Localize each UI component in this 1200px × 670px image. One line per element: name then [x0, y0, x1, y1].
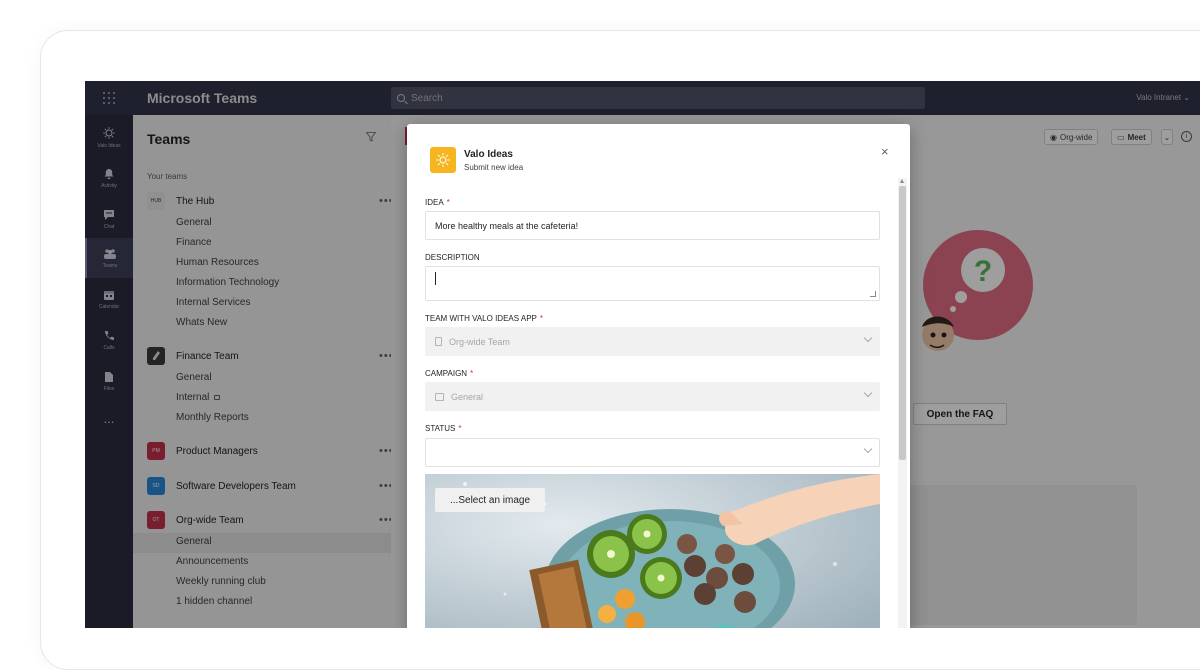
text-cursor — [435, 272, 436, 285]
close-icon[interactable]: × — [881, 145, 889, 158]
campaign-select[interactable]: General — [425, 382, 880, 411]
required-marker: * — [470, 369, 474, 378]
campaign-label: CAMPAIGN * — [425, 369, 473, 378]
idea-image: ...Select an image — [425, 474, 880, 628]
team-icon — [435, 337, 442, 346]
status-label: STATUS * — [425, 424, 462, 433]
dialog-title: Valo Ideas — [464, 149, 513, 160]
team-label: TEAM WITH VALO IDEAS APP * — [425, 314, 543, 323]
scroll-thumb[interactable] — [899, 186, 906, 460]
campaign-value: General — [451, 391, 484, 402]
team-value: Org-wide Team — [449, 336, 510, 347]
chevron-down-icon — [863, 333, 873, 343]
submit-idea-dialog: Valo Ideas Submit new idea × IDEA * More … — [407, 124, 910, 628]
dialog-scrollbar[interactable] — [898, 178, 907, 628]
team-select[interactable]: Org-wide Team — [425, 327, 880, 356]
status-select[interactable] — [425, 438, 880, 467]
idea-input[interactable]: More healthy meals at the cafeteria! — [425, 211, 880, 240]
label-text: CAMPAIGN — [425, 369, 468, 378]
label-text: TEAM WITH VALO IDEAS APP — [425, 314, 537, 323]
resize-grip-icon[interactable] — [870, 291, 876, 297]
description-textarea[interactable] — [425, 266, 880, 301]
scroll-up-icon[interactable] — [900, 179, 904, 183]
dialog-subtitle: Submit new idea — [464, 163, 524, 172]
valo-ideas-logo — [430, 147, 456, 173]
description-label: DESCRIPTION — [425, 253, 480, 262]
idea-label: IDEA * — [425, 198, 450, 207]
lightbulb-icon — [436, 153, 450, 167]
required-marker: * — [539, 314, 543, 323]
campaign-icon — [435, 392, 444, 401]
label-text: IDEA — [425, 198, 444, 207]
required-marker: * — [446, 198, 450, 207]
required-marker: * — [458, 424, 462, 433]
select-image-button[interactable]: ...Select an image — [435, 488, 546, 512]
chevron-down-icon — [863, 444, 873, 454]
teams-app-window: Microsoft Teams Search Valo Intranet ⌄ V… — [85, 81, 1200, 628]
label-text: STATUS — [425, 424, 456, 433]
idea-value: More healthy meals at the cafeteria! — [435, 220, 579, 231]
chevron-down-icon — [863, 388, 873, 398]
